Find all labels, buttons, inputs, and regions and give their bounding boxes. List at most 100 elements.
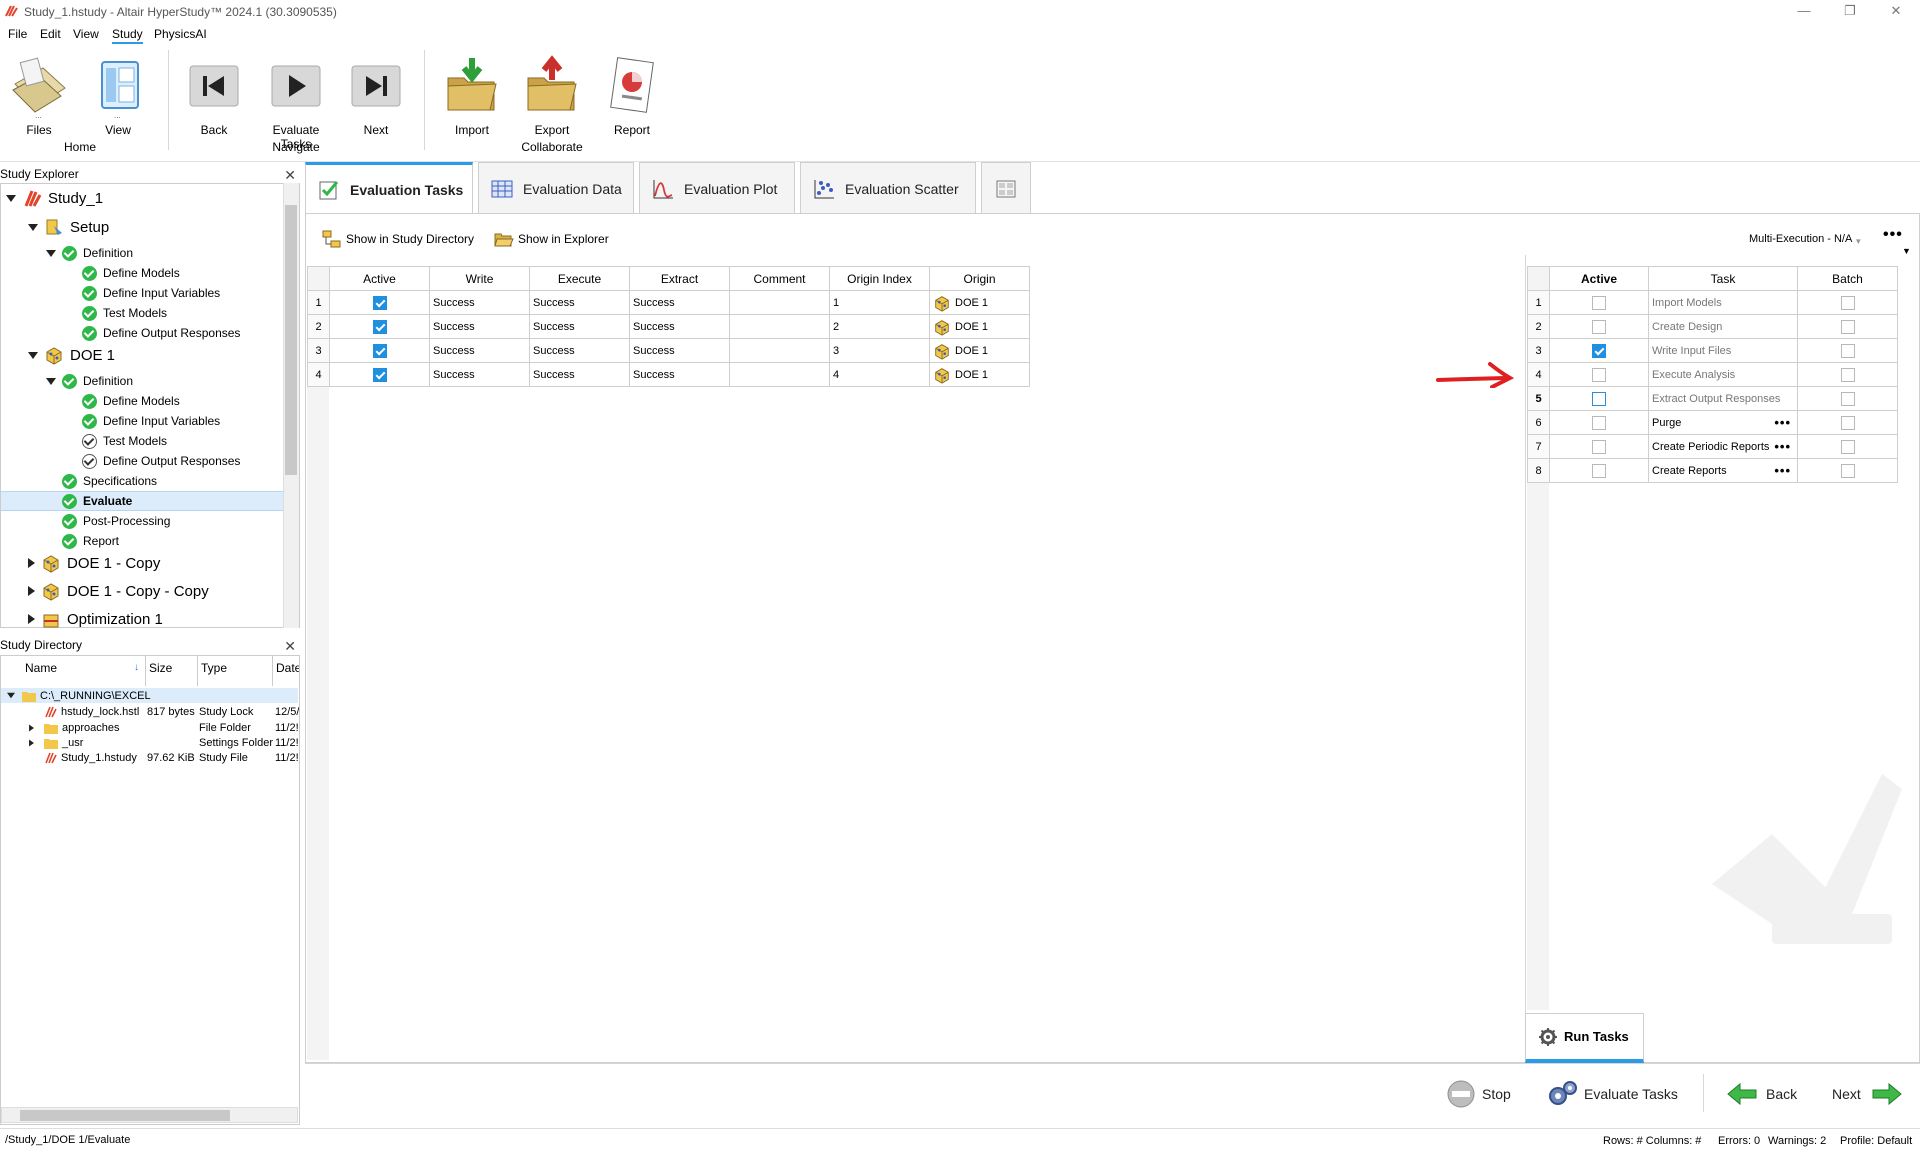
batch-checkbox[interactable] bbox=[1840, 319, 1855, 334]
more-options-icon[interactable]: ••• bbox=[1883, 226, 1903, 244]
task-row[interactable]: 2 Create Design bbox=[1527, 314, 1898, 339]
tree-item-define-output-responses[interactable]: Define Output Responses bbox=[82, 323, 240, 343]
expand-arrow-icon[interactable] bbox=[46, 377, 56, 385]
stop-button[interactable]: Stop bbox=[1446, 1079, 1511, 1109]
close-window-button[interactable]: ✕ bbox=[1876, 2, 1916, 20]
close-directory-icon[interactable]: ✕ bbox=[284, 638, 296, 655]
col-task-active[interactable]: Active bbox=[1549, 266, 1649, 291]
write-cell[interactable]: Success bbox=[429, 290, 530, 315]
extract-cell[interactable]: Success bbox=[629, 314, 730, 339]
task-row[interactable]: 8 Create Reports ••• bbox=[1527, 458, 1898, 483]
active-cell[interactable] bbox=[329, 314, 430, 339]
task-row[interactable]: 1 Import Models bbox=[1527, 290, 1898, 315]
col-execute[interactable]: Execute bbox=[529, 266, 630, 291]
dir-col-date[interactable]: Date bbox=[273, 656, 299, 686]
task-active-checkbox[interactable] bbox=[1592, 439, 1606, 454]
tree-item-define-models[interactable]: Define Models bbox=[82, 263, 180, 283]
collapse-arrow-icon[interactable] bbox=[29, 724, 34, 732]
dir-col-name[interactable]: Name ↓ bbox=[1, 656, 146, 686]
menu-file[interactable]: File bbox=[8, 27, 27, 41]
task-name-cell[interactable]: Execute Analysis bbox=[1648, 362, 1798, 387]
dir-file-row[interactable]: _usr bbox=[29, 735, 83, 750]
batch-checkbox[interactable] bbox=[1840, 391, 1855, 406]
expand-arrow-icon[interactable] bbox=[46, 249, 56, 257]
extract-cell[interactable]: Success bbox=[629, 338, 730, 363]
task-name-cell[interactable]: Write Input Files bbox=[1648, 338, 1798, 363]
task-row[interactable]: 4 Execute Analysis bbox=[1527, 362, 1898, 387]
tree-item-doe-test-models[interactable]: Test Models bbox=[82, 431, 167, 451]
task-active-cell[interactable] bbox=[1549, 362, 1649, 387]
dir-col-size[interactable]: Size bbox=[146, 656, 198, 686]
active-cell[interactable] bbox=[329, 362, 430, 387]
col-extract[interactable]: Extract bbox=[629, 266, 730, 291]
menu-edit[interactable]: Edit bbox=[40, 27, 61, 41]
collapse-arrow-icon[interactable] bbox=[28, 586, 35, 596]
active-cell[interactable] bbox=[329, 290, 430, 315]
origin-cell[interactable]: DOE 1 bbox=[929, 314, 1030, 339]
expand-arrow-icon[interactable] bbox=[28, 223, 38, 231]
task-active-cell[interactable] bbox=[1549, 290, 1649, 315]
next-button[interactable]: Next bbox=[1832, 1079, 1903, 1109]
task-name-cell[interactable]: Purge ••• bbox=[1648, 410, 1798, 435]
col-active[interactable]: Active bbox=[329, 266, 430, 291]
task-options-icon[interactable]: ••• bbox=[1774, 463, 1791, 478]
tree-item-post-processing[interactable]: Post-Processing bbox=[62, 511, 170, 531]
task-name-cell[interactable]: Create Reports ••• bbox=[1648, 458, 1798, 483]
show-in-explorer-button[interactable]: Show in Explorer bbox=[494, 229, 609, 249]
explorer-scroll-thumb[interactable] bbox=[285, 205, 297, 475]
evaluate-tasks-ribbon-button[interactable]: Evaluate Tasks bbox=[256, 54, 336, 151]
back-ribbon-button[interactable]: Back bbox=[184, 54, 244, 137]
batch-checkbox[interactable] bbox=[1840, 343, 1855, 358]
col-comment[interactable]: Comment bbox=[729, 266, 830, 291]
batch-cell[interactable] bbox=[1797, 386, 1898, 411]
batch-cell[interactable] bbox=[1797, 434, 1898, 459]
batch-checkbox[interactable] bbox=[1840, 463, 1855, 478]
origin-cell[interactable]: DOE 1 bbox=[929, 290, 1030, 315]
tree-item-doe1-copy[interactable]: DOE 1 - Copy bbox=[28, 553, 160, 573]
active-checkbox[interactable] bbox=[372, 295, 387, 310]
tree-item-study[interactable]: Study_1 bbox=[6, 188, 103, 208]
task-name-cell[interactable]: Create Periodic Reports ••• bbox=[1648, 434, 1798, 459]
origin-index-cell[interactable]: 4 bbox=[829, 362, 930, 387]
multi-execution-dropdown[interactable]: Multi-Execution - N/A ▼ bbox=[1749, 231, 1862, 247]
task-active-cell[interactable] bbox=[1549, 338, 1649, 363]
col-origin[interactable]: Origin bbox=[929, 266, 1030, 291]
tab-evaluation-data[interactable]: Evaluation Data bbox=[478, 162, 634, 214]
task-row[interactable]: 7 Create Periodic Reports ••• bbox=[1527, 434, 1898, 459]
col-batch[interactable]: Batch bbox=[1797, 266, 1898, 291]
expand-arrow-icon[interactable] bbox=[28, 351, 38, 359]
collapse-arrow-icon[interactable] bbox=[28, 614, 35, 624]
batch-cell[interactable] bbox=[1797, 458, 1898, 483]
origin-cell[interactable]: DOE 1 bbox=[929, 338, 1030, 363]
task-active-checkbox[interactable] bbox=[1592, 367, 1606, 382]
active-checkbox[interactable] bbox=[372, 343, 387, 358]
evaluation-row[interactable]: 2 Success Success Success 2 DOE 1 bbox=[307, 314, 1030, 339]
tree-item-define-input-variables[interactable]: Define Input Variables bbox=[82, 283, 220, 303]
tree-item-doe-definition[interactable]: Definition bbox=[46, 371, 133, 391]
batch-cell[interactable] bbox=[1797, 410, 1898, 435]
minimize-button[interactable]: — bbox=[1784, 2, 1824, 20]
task-active-cell[interactable] bbox=[1549, 314, 1649, 339]
tab-evaluation-plot[interactable]: Evaluation Plot bbox=[639, 162, 795, 214]
evaluation-row[interactable]: 4 Success Success Success 4 DOE 1 bbox=[307, 362, 1030, 387]
run-tasks-tab[interactable]: Run Tasks bbox=[1525, 1013, 1644, 1063]
view-button[interactable]: ... View bbox=[86, 54, 150, 137]
tree-item-setup-definition[interactable]: Definition bbox=[46, 243, 133, 263]
task-name-cell[interactable]: Extract Output Responses bbox=[1648, 386, 1798, 411]
dir-file-row[interactable]: Study_1.hstudy bbox=[44, 750, 137, 765]
tab-evaluation-scatter[interactable]: Evaluation Scatter bbox=[800, 162, 976, 214]
tree-item-specifications[interactable]: Specifications bbox=[62, 471, 157, 491]
expand-arrow-icon[interactable] bbox=[7, 692, 15, 699]
extract-cell[interactable]: Success bbox=[629, 290, 730, 315]
dir-file-row[interactable]: hstudy_lock.hstl bbox=[44, 704, 146, 719]
tree-item-doe-define-input-variables[interactable]: Define Input Variables bbox=[82, 411, 220, 431]
tree-item-doe1-copy-copy[interactable]: DOE 1 - Copy - Copy bbox=[28, 581, 209, 601]
comment-cell[interactable] bbox=[729, 338, 830, 363]
col-task[interactable]: Task bbox=[1648, 266, 1798, 291]
task-name-cell[interactable]: Create Design bbox=[1648, 314, 1798, 339]
tab-layout-grid[interactable] bbox=[981, 162, 1031, 214]
task-active-checkbox[interactable] bbox=[1592, 415, 1606, 430]
batch-checkbox[interactable] bbox=[1840, 295, 1855, 310]
task-name-cell[interactable]: Import Models bbox=[1648, 290, 1798, 315]
write-cell[interactable]: Success bbox=[429, 362, 530, 387]
